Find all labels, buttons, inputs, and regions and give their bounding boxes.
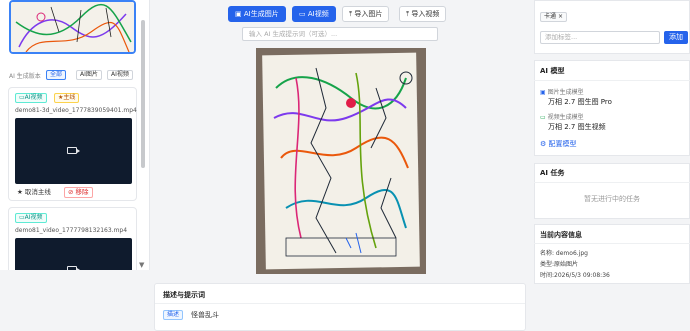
image-icon: ▣ [540,89,546,96]
camera-icon [67,147,80,154]
scroll-down-icon[interactable]: ▼ [139,261,144,269]
camera-icon [67,266,80,270]
upload-icon: ⤒ [349,10,353,18]
content-name: 名称: demo6.jpg [540,250,588,257]
video-model-value: 万相 2.7 图生视频 [548,123,606,131]
gear-icon: ⚙ [540,140,547,148]
type-badge: ▭AI视频 [15,213,47,223]
unset-main-button[interactable]: ★ 取消主线 [17,188,51,199]
tag-input[interactable]: 添加标签... [540,31,660,44]
video-model-label: ▭ 视频生成模型 [540,114,584,121]
versions-scrollbar[interactable] [141,20,145,168]
type-badge: ▭AI视频 [15,93,47,103]
tasks-empty-text: 暂无进行中的任务 [584,195,640,203]
video-icon: ▭ [540,114,546,121]
divider [534,182,690,183]
filter-all[interactable]: 全部 [46,70,67,80]
image-icon: ▣ [235,10,242,18]
children-drawing-image [256,48,426,274]
upload-icon: ⤒ [406,10,410,18]
description-title: 描述与提示词 [163,291,205,299]
ai-generate-image-button[interactable]: ▣ AI生成图片 [228,6,286,22]
video-preview[interactable] [15,238,132,270]
video-icon: ▭ [299,10,306,18]
divider [534,243,690,244]
version-filename: demo81_video_1777798132163.mp4 [15,227,128,234]
version-card[interactable]: ▭AI视频 demo81_video_1777798132163.mp4 [8,207,137,270]
prompt-input[interactable]: 输入 AI 生成提示词（可选）... [242,27,438,41]
remove-icon: ⊘ [68,188,74,196]
content-time: 时间:2026/5/3 09:08:36 [540,272,610,279]
drawing-thumbnail-image [11,2,134,52]
ai-tasks-title: AI 任务 [540,169,565,177]
video-preview[interactable] [15,118,132,184]
description-panel: 描述与提示词 描述 怪兽乱斗 [154,283,526,331]
image-model-value: 万相 2.7 图生图 Pro [548,98,612,106]
filter-ai-image[interactable]: AI图片 [76,70,102,80]
tags-panel [534,0,690,54]
description-tag: 描述 [163,310,184,320]
original-thumbnail[interactable] [9,0,136,54]
main-badge: ★主线 [54,93,80,103]
divider [155,303,525,304]
configure-model-link[interactable]: ⚙ 配置模型 [540,139,577,149]
remove-button[interactable]: ⊘ 移除 [64,187,93,198]
content-info-title: 当前内容信息 [540,231,582,239]
main-image[interactable] [256,48,426,274]
filter-ai-video[interactable]: AI视频 [107,70,133,80]
version-card[interactable]: ▭AI视频 ★主线 demo81-3d_video_1777839059401.… [8,87,137,201]
tag-chip[interactable]: 卡通 × [540,12,567,22]
version-filename: demo81-3d_video_1777839059401.mp4 [15,107,137,114]
add-tag-button[interactable]: 添加 [664,31,688,44]
import-image-button[interactable]: ⤒ 导入图片 [342,6,390,22]
content-type: 类型:原始图片 [540,261,579,268]
star-icon: ★ [17,188,23,196]
import-video-button[interactable]: ⤒ 导入视频 [399,6,447,22]
image-model-label: ▣ 图片生成模型 [540,89,584,96]
versions-label: AI 生成版本 [9,73,41,80]
description-text[interactable]: 怪兽乱斗 [191,310,219,320]
ai-video-button[interactable]: ▭ AI视频 [292,6,336,22]
app-root: ▼ AI 生成版本 全部 AI图片 AI视频 ▭AI视频 ★主线 demo81-… [0,0,690,331]
ai-model-title: AI 模型 [540,67,565,75]
divider [534,80,690,81]
versions-panel: ▼ AI 生成版本 全部 AI图片 AI视频 ▭AI视频 ★主线 demo81-… [0,0,150,270]
close-icon[interactable]: × [558,13,563,20]
